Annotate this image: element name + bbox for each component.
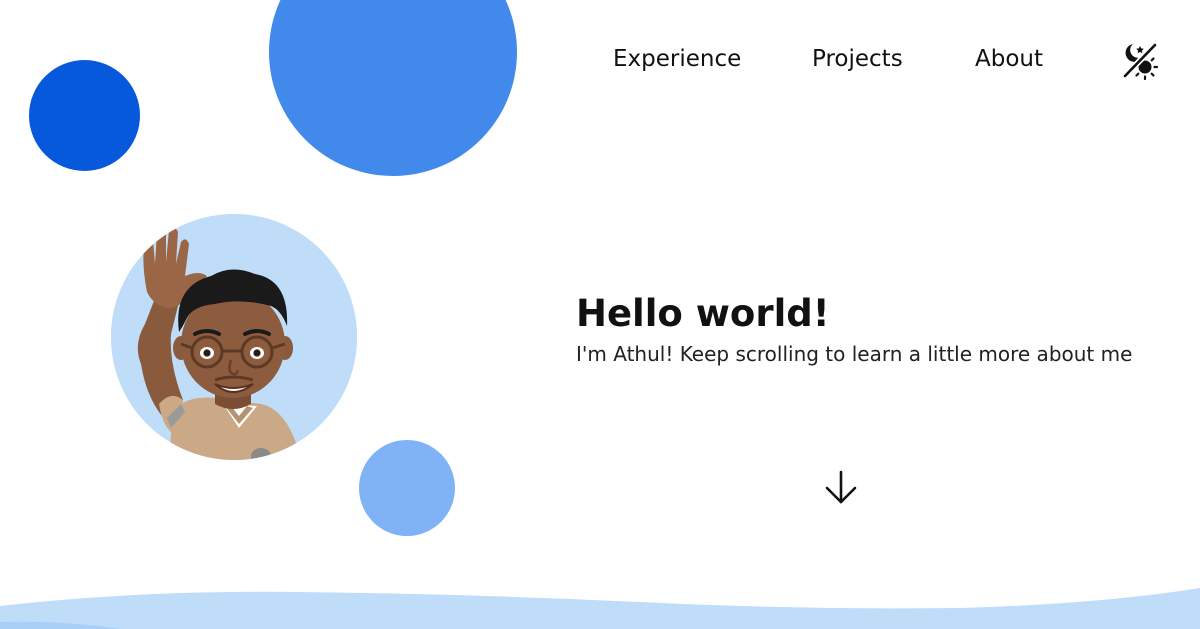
top-nav: Experience Projects About	[0, 40, 1200, 84]
hero-subtitle: I'm Athul! Keep scrolling to learn a lit…	[576, 342, 1133, 366]
nav-link-experience[interactable]: Experience	[613, 46, 741, 72]
arrow-down-icon	[825, 470, 857, 504]
decorative-circle-light	[359, 440, 455, 536]
page: Experience Projects About Hello world! I…	[0, 0, 1200, 629]
moon-sun-slash-icon	[1122, 42, 1159, 81]
nav-link-projects[interactable]: Projects	[812, 46, 903, 72]
memoji-avatar-waving	[111, 214, 357, 460]
theme-toggle-button[interactable]	[1117, 40, 1163, 84]
decorative-circle-large	[269, 0, 517, 176]
scroll-down-button[interactable]	[821, 468, 861, 508]
avatar	[111, 214, 357, 460]
decorative-wave	[0, 588, 1200, 629]
nav-link-about[interactable]: About	[975, 46, 1043, 72]
hero-title: Hello world!	[576, 292, 830, 335]
